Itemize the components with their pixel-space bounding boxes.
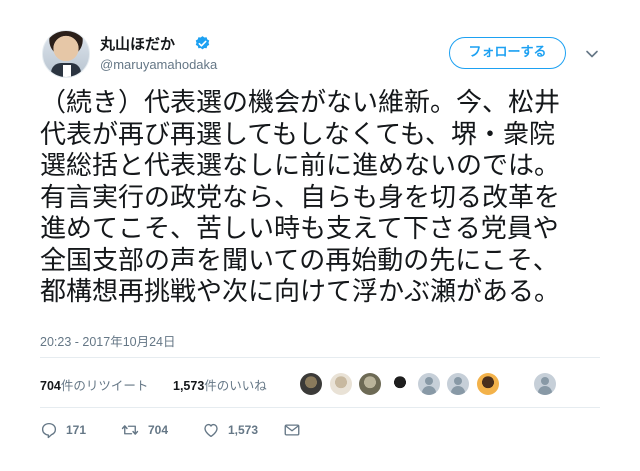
direct-message-button[interactable] xyxy=(283,420,301,440)
user-handle[interactable]: @maruyamahodaka xyxy=(100,57,217,72)
divider xyxy=(40,357,600,358)
display-name[interactable]: 丸山ほだか xyxy=(100,33,175,54)
tweet-text-line: 有言実行の政党なら、自らも身を切る改革を xyxy=(40,182,561,213)
tweet-text-line: 進めてこそ、苦しい時も支えて下さる党員や xyxy=(40,214,559,244)
liker-avatar-4[interactable] xyxy=(389,373,411,395)
envelope-icon xyxy=(284,424,300,436)
liker-avatar-7[interactable] xyxy=(477,373,499,395)
like-stat[interactable]: 1,573件のいいね xyxy=(173,375,267,394)
like-stat-label: 件のいいね xyxy=(204,379,267,393)
divider xyxy=(40,407,600,408)
like-count: 1,573 xyxy=(228,423,259,437)
tweet-text-line: 代表が再び再選してもしなくても、堺・衆院 xyxy=(40,119,556,150)
reply-icon xyxy=(41,422,57,439)
retweet-count: 704 xyxy=(148,423,169,437)
tweet-text-line: （続き）代表選の機会がない維新。今、松井 xyxy=(40,88,561,118)
default-avatar-icon[interactable] xyxy=(418,373,440,395)
follow-button[interactable]: フォローする xyxy=(449,37,566,69)
tweet-text-line: 選総括と代表選なしに前に進めないのでは。 xyxy=(40,151,561,181)
heart-icon xyxy=(204,423,218,438)
verified-badge-icon xyxy=(195,36,210,50)
liker-avatar-3[interactable] xyxy=(359,373,381,395)
reply-button[interactable]: 171 xyxy=(40,420,86,440)
tweet-text-line: 都構想再挑戦や次に向けて浮かぶ瀬がある。 xyxy=(40,277,561,307)
tweet-timestamp[interactable]: 20:23 - 2017年10月24日 xyxy=(40,331,176,350)
liker-avatar-2[interactable] xyxy=(330,373,352,395)
liker-avatars xyxy=(298,373,598,397)
retweet-stat-count: 704 xyxy=(40,379,61,393)
default-avatar-icon[interactable] xyxy=(447,373,469,395)
avatar[interactable] xyxy=(42,30,90,78)
like-stat-count: 1,573 xyxy=(173,379,205,393)
retweet-button[interactable]: 704 xyxy=(120,420,168,440)
retweet-stat[interactable]: 704件のリツイート xyxy=(40,375,148,394)
chevron-down-icon[interactable] xyxy=(584,46,600,62)
avatar-shirt xyxy=(63,65,71,77)
default-avatar-icon[interactable] xyxy=(534,373,556,395)
tweet-text: （続き）代表選の機会がない維新。今、松井 代表が再び再選してもしなくても、堺・衆… xyxy=(40,88,610,309)
tweet-card: 丸山ほだか @maruyamahodaka フォローする （続き）代表選の機会が… xyxy=(0,0,640,471)
retweet-icon xyxy=(121,425,139,435)
retweet-stat-label: 件のリツイート xyxy=(60,379,149,393)
tweet-text-line: 全国支部の声を聞いての再始動の先にこそ、 xyxy=(40,245,559,276)
liker-avatar-1[interactable] xyxy=(300,373,322,395)
like-button[interactable]: 1,573 xyxy=(202,420,258,440)
reply-count: 171 xyxy=(66,423,87,437)
